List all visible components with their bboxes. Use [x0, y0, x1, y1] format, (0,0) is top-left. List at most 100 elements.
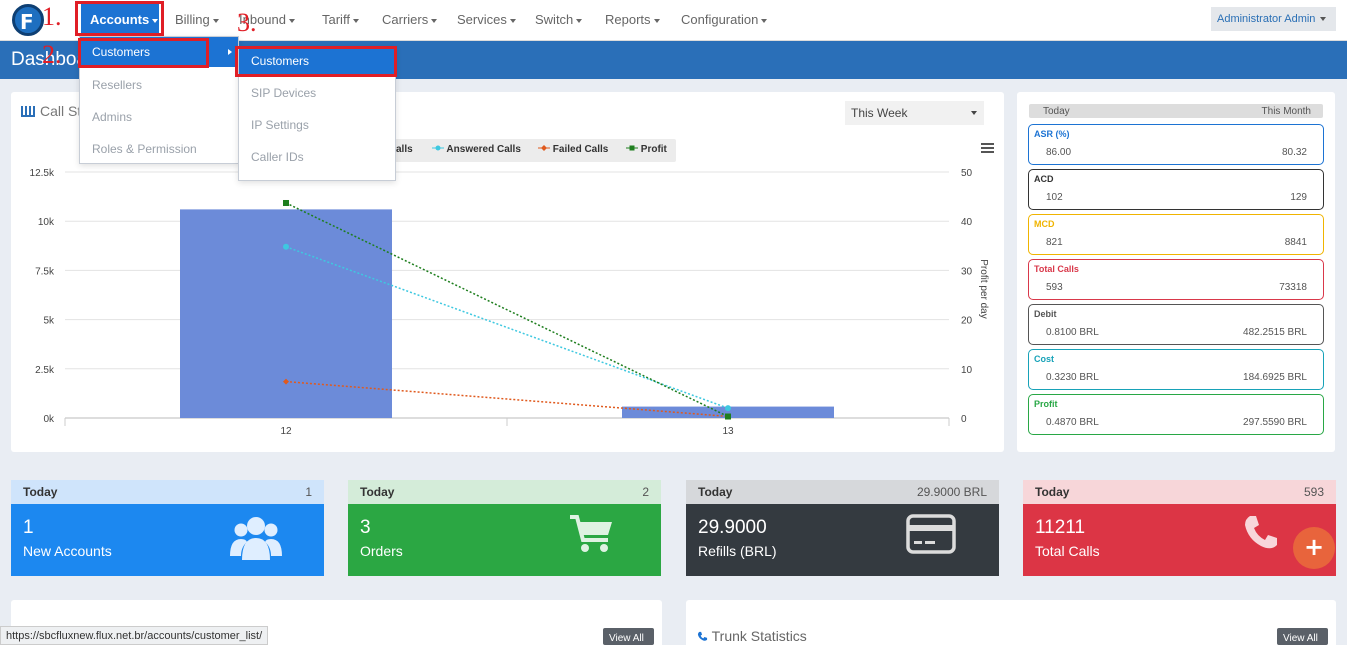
y-tick-label-right: 10 — [961, 365, 973, 376]
y-tick-label-left: 10k — [38, 217, 55, 228]
nav-billing[interactable]: Billing — [175, 12, 219, 27]
tile-header: Today 29.9000 BRL — [686, 480, 999, 504]
logo-letter: F — [20, 10, 34, 34]
stat-month-value: 184.6925 BRL — [1243, 372, 1307, 383]
tile-number: 11211 — [1035, 517, 1086, 538]
user-menu[interactable]: Administrator Admin — [1211, 7, 1336, 31]
trunk-statistics-title: Trunk Statistics — [697, 628, 807, 644]
stat-month-value: 80.32 — [1281, 147, 1307, 158]
tile-text: New Accounts — [23, 543, 112, 559]
y-tick-label-left: 12.5k — [30, 168, 55, 179]
series-point-profit — [725, 413, 731, 420]
annotation-label-1: 1. — [42, 2, 62, 31]
tile-header-label: Today — [360, 485, 395, 499]
tile-text: Refills (BRL) — [698, 543, 777, 559]
tab-this-month[interactable]: This Month — [1262, 106, 1311, 117]
tile-text: Orders — [360, 543, 403, 559]
nav-configuration[interactable]: Configuration — [681, 12, 768, 27]
trunk-view-all-button[interactable]: View All — [1277, 628, 1328, 645]
stat-box-acd: ACD 102 129 — [1028, 169, 1324, 210]
annotation-label-3: 3. — [237, 8, 257, 37]
y-tick-label-left: 2.5k — [35, 365, 55, 376]
stat-label: Debit — [1034, 309, 1057, 319]
y-tick-label-right: 50 — [961, 168, 973, 179]
annotation-box-1 — [75, 1, 164, 36]
submenu-item-sip-devices[interactable]: SIP Devices — [251, 86, 316, 100]
stat-month-value: 8841 — [1284, 237, 1307, 248]
caret-down-icon — [352, 18, 359, 23]
stat-label: MCD — [1034, 219, 1055, 229]
nav-carriers[interactable]: Carriers — [382, 12, 438, 27]
caret-down-icon — [509, 18, 516, 23]
series-point-answered-calls — [725, 405, 731, 412]
y-tick-label-left: 5k — [43, 316, 55, 327]
x-tick-label: 13 — [722, 426, 734, 437]
tile-total-calls[interactable]: Today 593 11211 Total Calls + — [1023, 480, 1336, 576]
annotation-label-2: 2. — [42, 40, 62, 69]
y-axis-right-label: Profit per day — [978, 259, 989, 318]
status-bar-url: https://sbcfluxnew.flux.net.br/accounts/… — [0, 626, 269, 645]
tile-header-label: Today — [1035, 485, 1070, 499]
stat-box-cost: Cost 0.3230 BRL 184.6925 BRL — [1028, 349, 1324, 390]
tile-new-accounts[interactable]: Today 1 1 New Accounts — [11, 480, 324, 576]
nav-services-label: Services — [457, 12, 507, 27]
y-tick-label-right: 30 — [961, 266, 973, 277]
menu-item-resellers[interactable]: Resellers — [92, 78, 142, 92]
trunk-statistics-title-text: Trunk Statistics — [711, 628, 807, 644]
tile-number: 3 — [360, 517, 371, 538]
y-tick-label-right: 20 — [961, 316, 973, 327]
summary-tabs: Today This Month — [1029, 104, 1323, 118]
stat-box-profit: Profit 0.4870 BRL 297.5590 BRL — [1028, 394, 1324, 435]
stat-box-debit: Debit 0.8100 BRL 482.2515 BRL — [1028, 304, 1324, 345]
nav-carriers-label: Carriers — [382, 12, 429, 27]
tile-header: Today 593 — [1023, 480, 1336, 504]
caret-down-icon — [576, 18, 583, 23]
stat-month-value: 129 — [1290, 192, 1307, 203]
nav-tariff[interactable]: Tariff — [322, 12, 359, 27]
stat-month-value: 73318 — [1279, 282, 1307, 293]
stat-today-value: 102 — [1046, 192, 1063, 203]
caret-down-icon — [761, 18, 768, 23]
chevron-right-icon — [228, 49, 232, 55]
tile-text: Total Calls — [1035, 543, 1100, 559]
credit-card-icon — [906, 514, 956, 559]
stat-today-value: 593 — [1046, 282, 1063, 293]
cart-icon — [568, 514, 614, 559]
stat-today-value: 0.8100 BRL — [1046, 327, 1099, 338]
tile-header: Today 1 — [11, 480, 324, 504]
caret-down-icon — [289, 18, 295, 23]
series-point-answered-calls — [283, 243, 289, 250]
submenu-item-ip-settings[interactable]: IP Settings — [251, 118, 309, 132]
stat-today-value: 0.3230 BRL — [1046, 372, 1099, 383]
nav-reports[interactable]: Reports — [605, 12, 660, 27]
view-all-button[interactable]: View All — [603, 628, 654, 645]
nav-services[interactable]: Services — [457, 12, 516, 27]
tile-orders[interactable]: Today 2 3 Orders — [348, 480, 661, 576]
stat-today-value: 821 — [1046, 237, 1063, 248]
stat-label: Total Calls — [1034, 264, 1079, 274]
x-tick-label: 12 — [280, 426, 292, 437]
stat-box-asr: ASR (%) 86.00 80.32 — [1028, 124, 1324, 165]
menu-item-roles-permission[interactable]: Roles & Permission — [92, 142, 197, 156]
stat-month-value: 297.5590 BRL — [1243, 417, 1307, 428]
y-tick-label-right: 40 — [961, 217, 973, 228]
stat-label: Profit — [1034, 399, 1058, 409]
tab-today[interactable]: Today — [1043, 106, 1070, 117]
tile-number: 29.9000 — [698, 517, 767, 538]
submenu-item-caller-ids[interactable]: Caller IDs — [251, 150, 304, 164]
app-logo[interactable]: F — [12, 4, 44, 36]
tile-header-value: 2 — [642, 485, 649, 499]
stat-box-total-calls: Total Calls 593 73318 — [1028, 259, 1324, 300]
tile-header-value: 593 — [1303, 485, 1324, 499]
add-plus-icon[interactable]: + — [1293, 527, 1335, 569]
phone-icon — [1243, 514, 1281, 557]
tile-refills-brl[interactable]: Today 29.9000 BRL 29.9000 Refills (BRL) — [686, 480, 999, 576]
nav-switch[interactable]: Switch — [535, 12, 583, 27]
stat-today-value: 0.4870 BRL — [1046, 417, 1099, 428]
tile-header: Today 2 — [348, 480, 661, 504]
annotation-box-2 — [78, 38, 209, 68]
users-icon — [230, 514, 282, 567]
stat-label: ACD — [1034, 174, 1054, 184]
menu-item-admins[interactable]: Admins — [92, 110, 132, 124]
caret-down-icon — [431, 18, 438, 23]
